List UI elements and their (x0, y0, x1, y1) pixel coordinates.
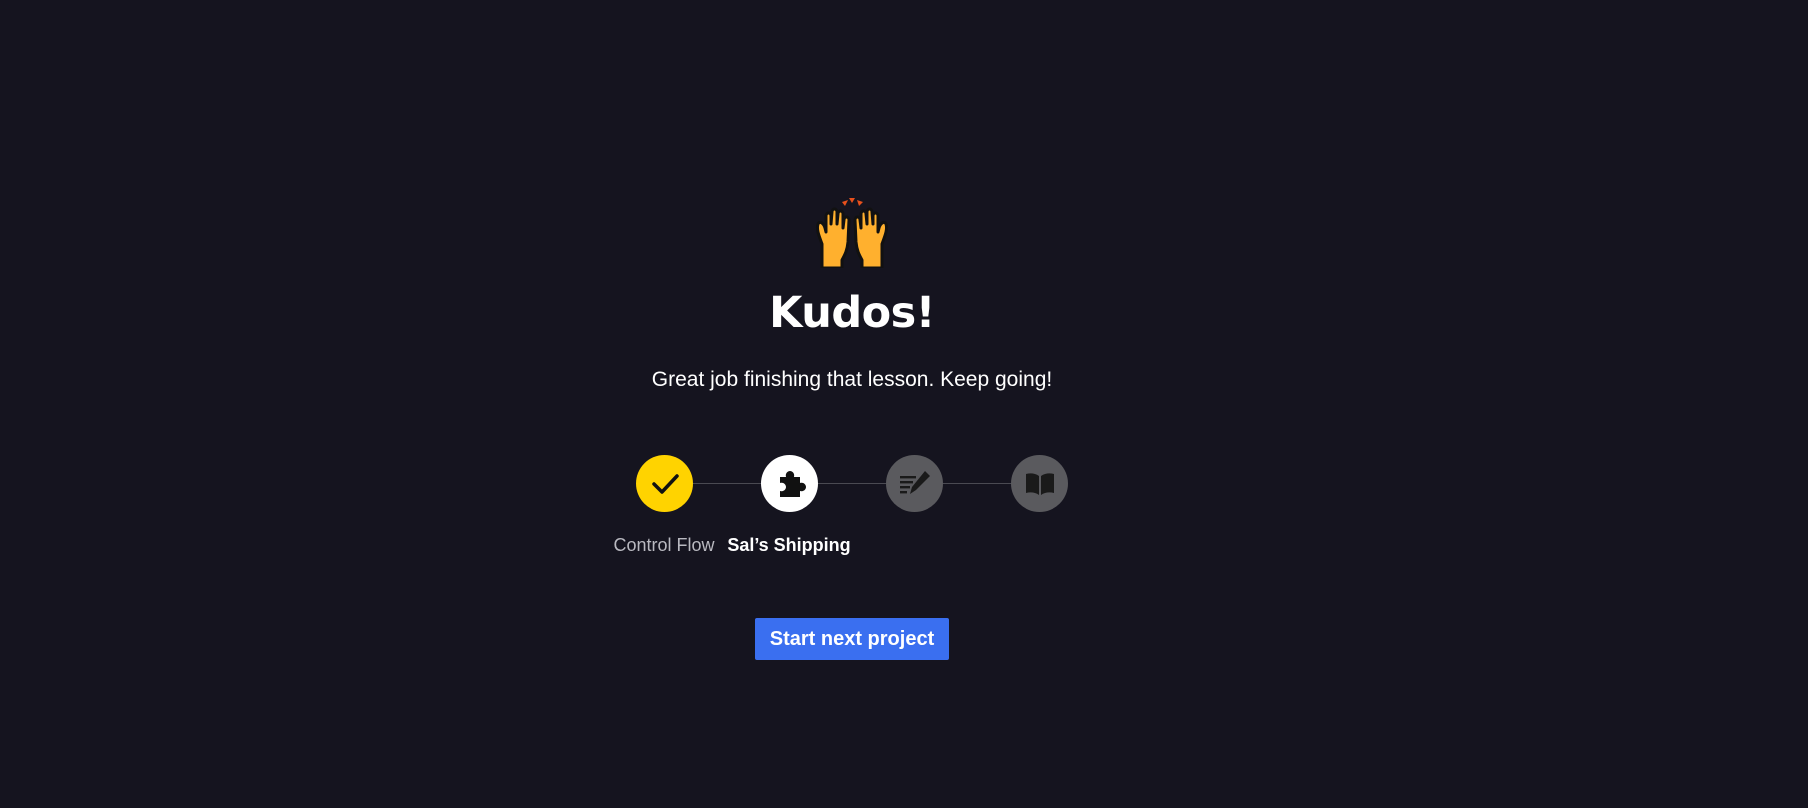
step-connector (817, 483, 887, 484)
step-control-flow[interactable] (636, 455, 693, 512)
step-connector (942, 483, 1012, 484)
step-label-sals-shipping: Sal’s Shipping (727, 535, 851, 555)
start-next-project-button[interactable]: Start next project (755, 618, 949, 660)
page-subtitle: Great job finishing that lesson. Keep go… (651, 368, 1053, 391)
open-book-icon (1025, 472, 1054, 495)
step-article[interactable] (1011, 455, 1068, 512)
page-title: Kudos! (769, 288, 935, 338)
progress-stepper: Control Flow Sal’s Shipping (0, 455, 1808, 575)
puzzle-piece-icon (779, 470, 806, 497)
step-sals-shipping[interactable] (761, 455, 818, 512)
raising-hands-icon (816, 198, 888, 268)
quiz-pencil-icon (899, 470, 930, 494)
step-connector (692, 483, 762, 484)
lesson-complete-page: Kudos! Great job finishing that lesson. … (0, 0, 1808, 808)
checkmark-icon (651, 473, 679, 494)
step-quiz[interactable] (886, 455, 943, 512)
